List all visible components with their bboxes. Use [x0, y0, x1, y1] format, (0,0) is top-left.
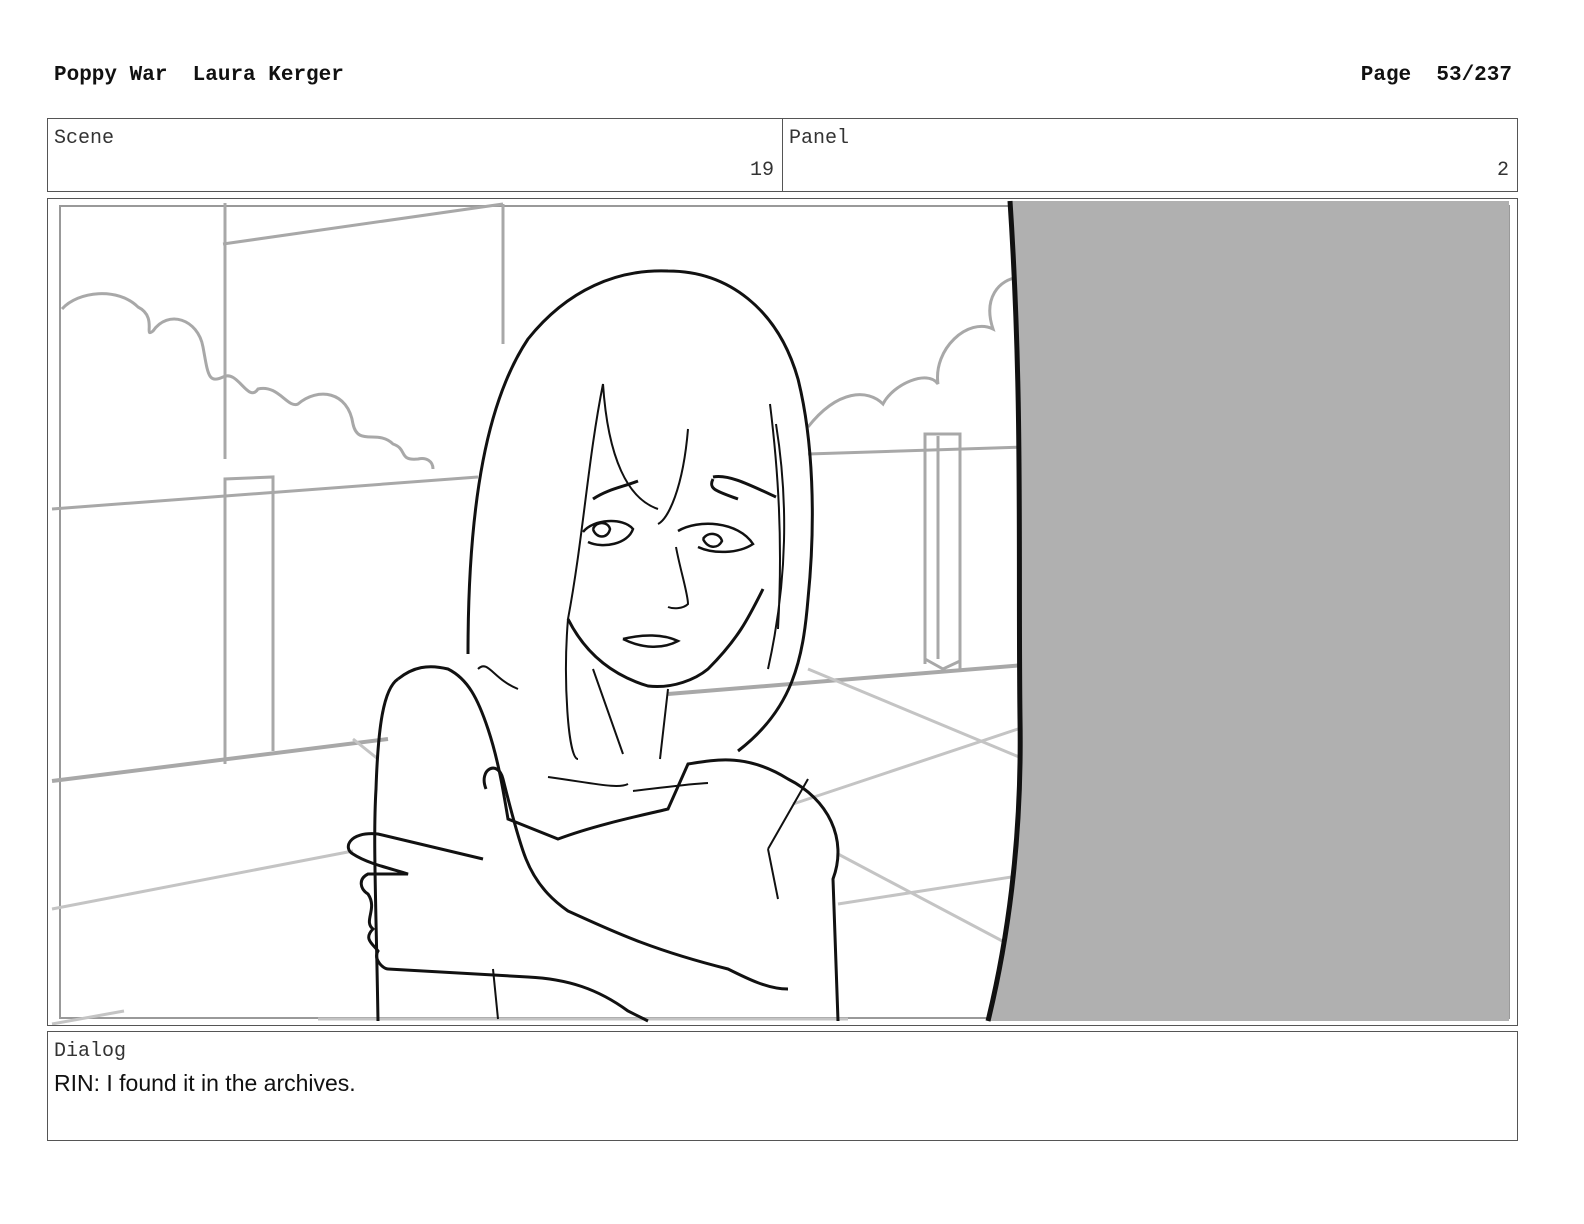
- rail-right-top: [807, 445, 1025, 456]
- nose: [667, 546, 690, 610]
- panel-cell: Panel 2: [782, 119, 1517, 191]
- foreground-wall: [988, 201, 1509, 1021]
- post-left: [223, 475, 275, 764]
- storyboard-title: Poppy War Laura Kerger: [54, 64, 344, 87]
- arm-crossing: [482, 766, 789, 991]
- rail-left-top: [51, 475, 479, 511]
- scene-cell: Scene 19: [48, 119, 782, 191]
- scene-panel-info: Scene 19 Panel 2: [47, 118, 1518, 192]
- cloud-left: [60, 292, 435, 470]
- cloud-right: [806, 275, 1021, 428]
- scene-label: Scene: [54, 127, 115, 150]
- storyboard-panel: [47, 198, 1518, 1026]
- rail-left-bottom: [51, 737, 389, 783]
- eyebrows: [592, 474, 777, 501]
- dialog-label: Dialog: [54, 1040, 127, 1063]
- panel-label: Panel: [789, 127, 850, 150]
- floor-lines: [51, 667, 1025, 1025]
- hair-strands: [477, 383, 786, 760]
- post-right: [923, 432, 962, 671]
- panel-number: 2: [1496, 159, 1509, 182]
- dialog-text: RIN: I found it in the archives.: [54, 1070, 356, 1096]
- panel-sketch: [51, 200, 1510, 1025]
- author-name: Laura Kerger: [192, 64, 344, 87]
- eyes: [582, 519, 755, 554]
- building-outline: [222, 202, 505, 459]
- page-label: Page: [1360, 64, 1412, 87]
- page-number: 53/237: [1436, 64, 1512, 87]
- page-indicator: Page 53/237: [1361, 64, 1512, 87]
- project-name: Poppy War: [54, 64, 168, 87]
- hair-outline: [466, 269, 814, 753]
- dialog-box: Dialog RIN: I found it in the archives.: [47, 1031, 1518, 1141]
- scene-number: 19: [749, 159, 774, 182]
- mouth: [622, 634, 681, 648]
- rail-right-bottom: [667, 663, 1025, 696]
